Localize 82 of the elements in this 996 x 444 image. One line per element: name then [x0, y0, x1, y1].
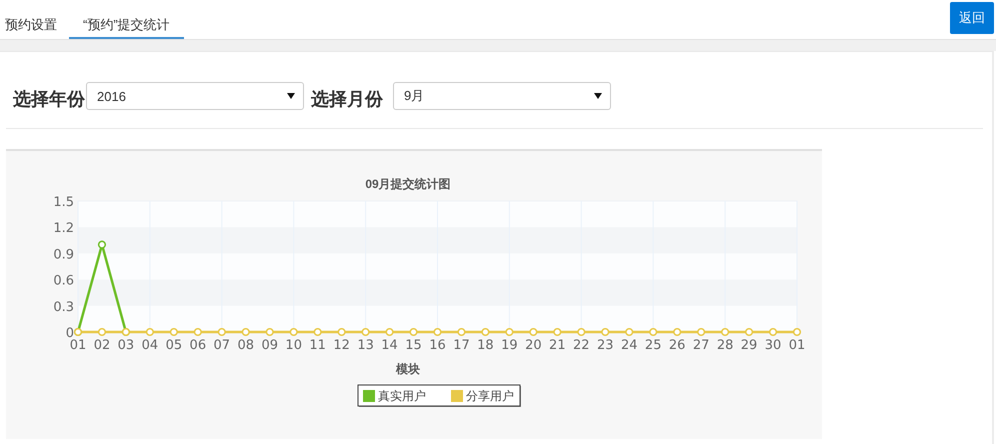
data-point — [481, 328, 490, 336]
x-tick-label: 04 — [142, 338, 158, 353]
data-point — [649, 328, 658, 336]
filter-label: 选择月份 — [310, 88, 383, 111]
data-point — [721, 328, 730, 336]
legend-label: 真实用户 — [378, 389, 426, 403]
select-field[interactable]: 9月 — [393, 82, 611, 110]
x-tick-label: 22 — [573, 338, 590, 353]
x-tick-label: 06 — [190, 338, 206, 353]
x-tick-label: 30 — [764, 338, 782, 353]
data-point — [673, 328, 682, 336]
x-tick-label: 18 — [477, 338, 494, 353]
x-axis-title: 模块 — [396, 362, 420, 376]
y-tick-label: 1.2 — [53, 221, 74, 236]
legend-label: 分享用户 — [466, 389, 514, 403]
data-point — [386, 328, 394, 336]
x-tick-label: 13 — [357, 338, 374, 353]
back-button[interactable]: 返回 — [950, 2, 994, 34]
dropdown-caret-icon — [287, 93, 295, 99]
data-point — [146, 328, 154, 336]
data-point — [290, 328, 298, 336]
x-tick-label: 29 — [740, 338, 758, 353]
x-tick-label: 23 — [597, 338, 614, 353]
data-point — [768, 328, 778, 336]
data-point — [697, 328, 706, 336]
data-point — [409, 328, 418, 336]
data-point — [529, 328, 538, 336]
x-tick-label: 05 — [166, 338, 182, 353]
data-point — [338, 328, 346, 336]
data-point — [433, 328, 442, 336]
x-tick-label: 12 — [333, 338, 350, 353]
x-tick-label: 27 — [692, 338, 710, 353]
data-point — [98, 240, 106, 249]
data-point — [314, 328, 322, 336]
data-point — [577, 328, 586, 336]
x-tick-label: 20 — [525, 338, 542, 353]
y-tick-label: 1.5 — [53, 195, 74, 210]
x-tick-label: 15 — [405, 338, 422, 353]
x-tick-label: 21 — [549, 338, 566, 353]
data-point — [194, 328, 202, 336]
y-tick-label: 0.3 — [53, 300, 74, 315]
x-tick-label: 11 — [309, 338, 326, 353]
data-point — [745, 328, 754, 336]
data-point — [98, 328, 106, 336]
x-tick-label: 24 — [620, 338, 638, 353]
y-tick-label: 0.9 — [53, 247, 74, 262]
tab[interactable]: “预约”提交统计 — [69, 0, 184, 39]
x-tick-label: 01 — [788, 338, 806, 353]
data-point — [242, 328, 250, 336]
x-tick-label: 17 — [453, 338, 470, 353]
select-value: 2016 — [97, 88, 126, 104]
x-tick-label: 08 — [238, 338, 254, 353]
data-point — [457, 328, 466, 336]
x-tick-label: 07 — [214, 338, 230, 353]
data-point — [792, 328, 802, 336]
dropdown-caret-icon — [594, 93, 602, 99]
select-value: 9月 — [404, 87, 424, 105]
x-tick-label: 25 — [644, 338, 662, 353]
data-point — [625, 328, 634, 336]
x-tick-label: 14 — [381, 338, 398, 353]
filter-label: 选择年份 — [12, 88, 85, 111]
data-point — [601, 328, 610, 336]
x-tick-label: 16 — [429, 338, 446, 353]
data-point — [553, 328, 562, 336]
y-tick-label: 0 — [66, 326, 74, 341]
data-point — [170, 328, 178, 336]
x-tick-label: 03 — [118, 338, 134, 353]
x-tick-label: 02 — [94, 338, 110, 353]
x-tick-label: 10 — [285, 338, 302, 353]
data-point — [505, 328, 514, 336]
x-tick-label: 19 — [501, 338, 518, 353]
x-tick-label: 09 — [261, 338, 278, 353]
select-field[interactable]: 2016 — [86, 82, 304, 110]
data-point — [266, 328, 274, 336]
chart-title: 09月提交统计图 — [365, 177, 451, 191]
data-point — [362, 328, 370, 336]
x-tick-label: 28 — [716, 338, 734, 353]
tab[interactable]: 预约设置 — [0, 0, 67, 39]
y-tick-label: 0.6 — [53, 274, 74, 289]
x-tick-label: 01 — [70, 338, 86, 353]
data-point — [218, 328, 226, 336]
x-tick-label: 26 — [668, 338, 686, 353]
